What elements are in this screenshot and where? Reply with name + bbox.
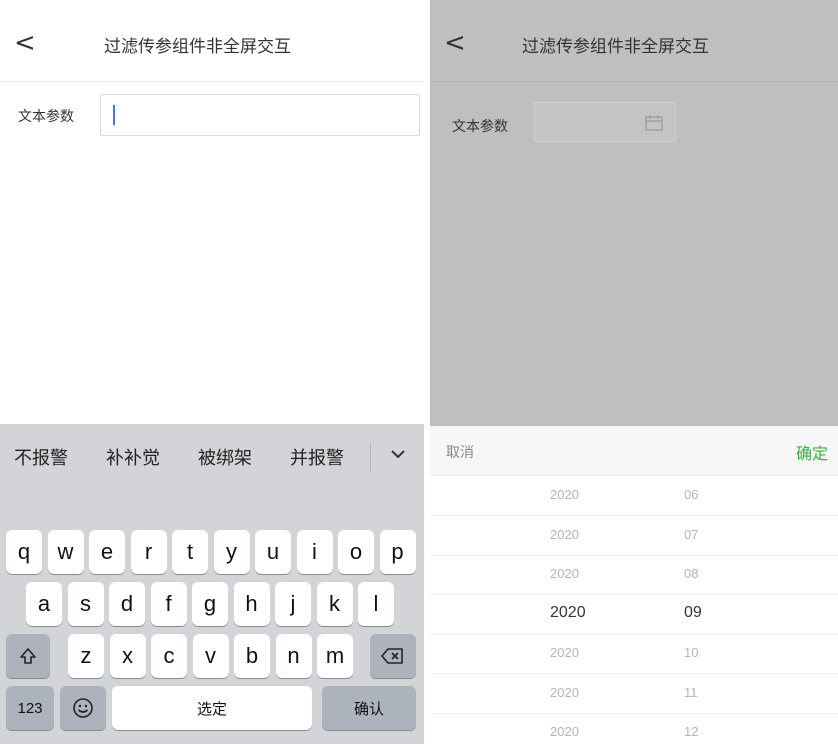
key-y[interactable]: y xyxy=(213,530,250,574)
key-w[interactable]: w xyxy=(47,530,84,574)
emoji-key[interactable] xyxy=(60,686,106,730)
key-h[interactable]: h xyxy=(233,582,270,626)
text-caret xyxy=(113,105,115,125)
picker-year: 2020 xyxy=(550,645,579,660)
keyboard: 不报警 补补觉 被绑架 并报警 qwertyuiop asdfghjkl zxc… xyxy=(0,424,424,744)
text-param-row: 文本参数 xyxy=(0,92,424,138)
picker-year: 2020 xyxy=(550,603,586,621)
picker-month: 09 xyxy=(684,603,702,621)
nav-bar: < 过滤传参组件非全屏交互 xyxy=(430,0,838,82)
key-r[interactable]: r xyxy=(130,530,167,574)
right-screen: < 过滤传参组件非全屏交互 文本参数 取消 确定 2020 06 2020 07 202… xyxy=(430,0,838,744)
confirm-button[interactable]: 确定 xyxy=(796,440,828,464)
key-n[interactable]: n xyxy=(275,634,312,678)
picker-toolbar: 取消 确定 xyxy=(430,426,838,476)
key-m[interactable]: m xyxy=(317,634,353,678)
backspace-icon xyxy=(381,648,403,664)
candidate-divider xyxy=(370,442,371,472)
picker-month: 06 xyxy=(684,487,699,502)
date-param-row: 文本参数 xyxy=(430,92,838,142)
picker-year: 2020 xyxy=(550,487,579,502)
shift-key[interactable] xyxy=(6,634,50,678)
picker-year: 2020 xyxy=(550,684,579,700)
key-u[interactable]: u xyxy=(255,530,291,574)
key-t[interactable]: t xyxy=(172,530,208,574)
nav-bar: < 过滤传参组件非全屏交互 xyxy=(0,0,424,82)
candidate-2[interactable]: 补补觉 xyxy=(106,444,160,470)
space-key[interactable]: 选定 xyxy=(112,686,312,730)
picker-month: 10 xyxy=(684,645,699,660)
back-button[interactable]: < xyxy=(14,28,44,58)
key-p[interactable]: p xyxy=(379,530,416,574)
date-param-label: 文本参数 xyxy=(452,119,508,135)
key-k[interactable]: k xyxy=(316,582,353,626)
key-i[interactable]: i xyxy=(296,530,333,574)
key-z[interactable]: z xyxy=(68,634,104,678)
key-d[interactable]: d xyxy=(109,582,145,626)
picker-year: 2020 xyxy=(550,526,579,542)
key-j[interactable]: j xyxy=(275,582,311,626)
key-v[interactable]: v xyxy=(192,634,229,678)
picker-row[interactable]: 2020 06 xyxy=(430,476,838,516)
candidate-1[interactable]: 不报警 xyxy=(14,444,68,470)
key-f[interactable]: f xyxy=(150,582,187,626)
key-o[interactable]: o xyxy=(338,530,374,574)
page-title: 过滤传参组件非全屏交互 xyxy=(522,37,709,57)
calendar-icon xyxy=(645,115,663,131)
picker-month: 11 xyxy=(684,684,698,700)
key-b[interactable]: b xyxy=(234,634,270,678)
modal-overlay[interactable]: < 过滤传参组件非全屏交互 文本参数 xyxy=(430,0,838,426)
key-s[interactable]: s xyxy=(67,582,104,626)
picker-row-selected[interactable]: 2020 09 xyxy=(430,595,838,635)
picker-month: 12 xyxy=(684,724,699,739)
text-param-label: 文本参数 xyxy=(18,109,74,125)
key-g[interactable]: g xyxy=(192,582,228,626)
confirm-key[interactable]: 确认 xyxy=(322,686,416,730)
backspace-key[interactable] xyxy=(370,634,416,678)
back-button[interactable]: < xyxy=(444,28,474,58)
left-screen: < 过滤传参组件非全屏交互 文本参数 不报警 补补觉 被绑架 并报警 qwert… xyxy=(0,0,424,744)
page-title: 过滤传参组件非全屏交互 xyxy=(104,37,291,57)
picker-month: 08 xyxy=(684,566,699,581)
key-e[interactable]: e xyxy=(89,530,125,574)
candidate-3[interactable]: 被绑架 xyxy=(198,444,252,470)
picker-row[interactable]: 2020 12 xyxy=(430,713,838,744)
picker-row[interactable]: 2020 11 xyxy=(430,674,838,714)
key-x[interactable]: x xyxy=(109,634,146,678)
candidate-4[interactable]: 并报警 xyxy=(290,444,344,470)
numbers-key[interactable]: 123 xyxy=(6,686,54,730)
date-param-input[interactable] xyxy=(534,102,676,142)
candidate-bar: 不报警 补补觉 被绑架 并报警 xyxy=(0,436,424,476)
picker-year: 2020 xyxy=(550,724,579,739)
picker-row[interactable]: 2020 10 xyxy=(430,634,838,674)
key-l[interactable]: l xyxy=(358,582,394,626)
picker-month: 07 xyxy=(684,526,699,542)
emoji-icon xyxy=(73,698,93,718)
shift-icon xyxy=(20,648,36,664)
picker-row[interactable]: 2020 07 xyxy=(430,516,838,556)
date-picker: 取消 确定 2020 06 2020 07 2020 08 2020 09 2020 10 2020… xyxy=(430,426,838,744)
key-q[interactable]: q xyxy=(6,530,42,574)
cancel-button[interactable]: 取消 xyxy=(446,442,474,462)
picker-year: 2020 xyxy=(550,566,579,581)
chevron-down-icon[interactable] xyxy=(386,442,410,466)
text-param-input[interactable] xyxy=(100,94,420,136)
key-a[interactable]: a xyxy=(26,582,62,626)
key-c[interactable]: c xyxy=(151,634,187,678)
picker-row[interactable]: 2020 08 xyxy=(430,555,838,595)
